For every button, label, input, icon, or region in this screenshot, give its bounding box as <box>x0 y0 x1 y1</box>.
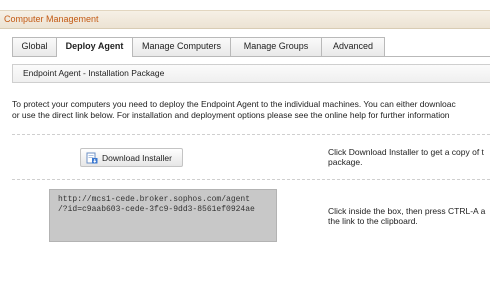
download-installer-icon <box>86 152 98 163</box>
panel-title: Computer Management <box>0 10 490 29</box>
download-help-line-2: package. <box>328 157 363 167</box>
tab-advanced[interactable]: Advanced <box>321 37 385 56</box>
section-header: Endpoint Agent - Installation Package <box>12 64 490 83</box>
download-help-text: Click Download Installer to get a copy o… <box>328 147 490 167</box>
tab-global[interactable]: Global <box>12 37 57 56</box>
divider <box>12 179 490 180</box>
tab-deploy-agent[interactable]: Deploy Agent <box>56 37 133 57</box>
intro-text: To protect your computers you need to de… <box>12 99 490 121</box>
computer-management-panel: Computer Management Global Deploy Agent … <box>0 0 490 283</box>
link-help-line-2: the link to the clipboard. <box>328 216 418 226</box>
direct-link-line-2: /?id=c9aab603-cede-3fc9-9dd3-8561ef0924a… <box>58 205 255 214</box>
intro-line-2: or use the direct link below. For instal… <box>12 110 450 120</box>
download-installer-label: Download Installer <box>102 152 172 163</box>
download-installer-button[interactable]: Download Installer <box>80 148 183 167</box>
intro-line-1: To protect your computers you need to de… <box>12 99 456 109</box>
tab-manage-groups[interactable]: Manage Groups <box>230 37 322 56</box>
tab-bar: Global Deploy Agent Manage Computers Man… <box>12 37 385 57</box>
direct-link-box[interactable]: http://mcs1-cede.broker.sophos.com/agent… <box>49 189 277 242</box>
download-help-line-1: Click Download Installer to get a copy o… <box>328 147 484 157</box>
divider <box>12 134 490 135</box>
tab-manage-computers[interactable]: Manage Computers <box>132 37 231 56</box>
link-help-line-1: Click inside the box, then press CTRL-A … <box>328 206 486 216</box>
direct-link-line-1: http://mcs1-cede.broker.sophos.com/agent <box>58 195 251 204</box>
link-help-text: Click inside the box, then press CTRL-A … <box>328 206 490 226</box>
